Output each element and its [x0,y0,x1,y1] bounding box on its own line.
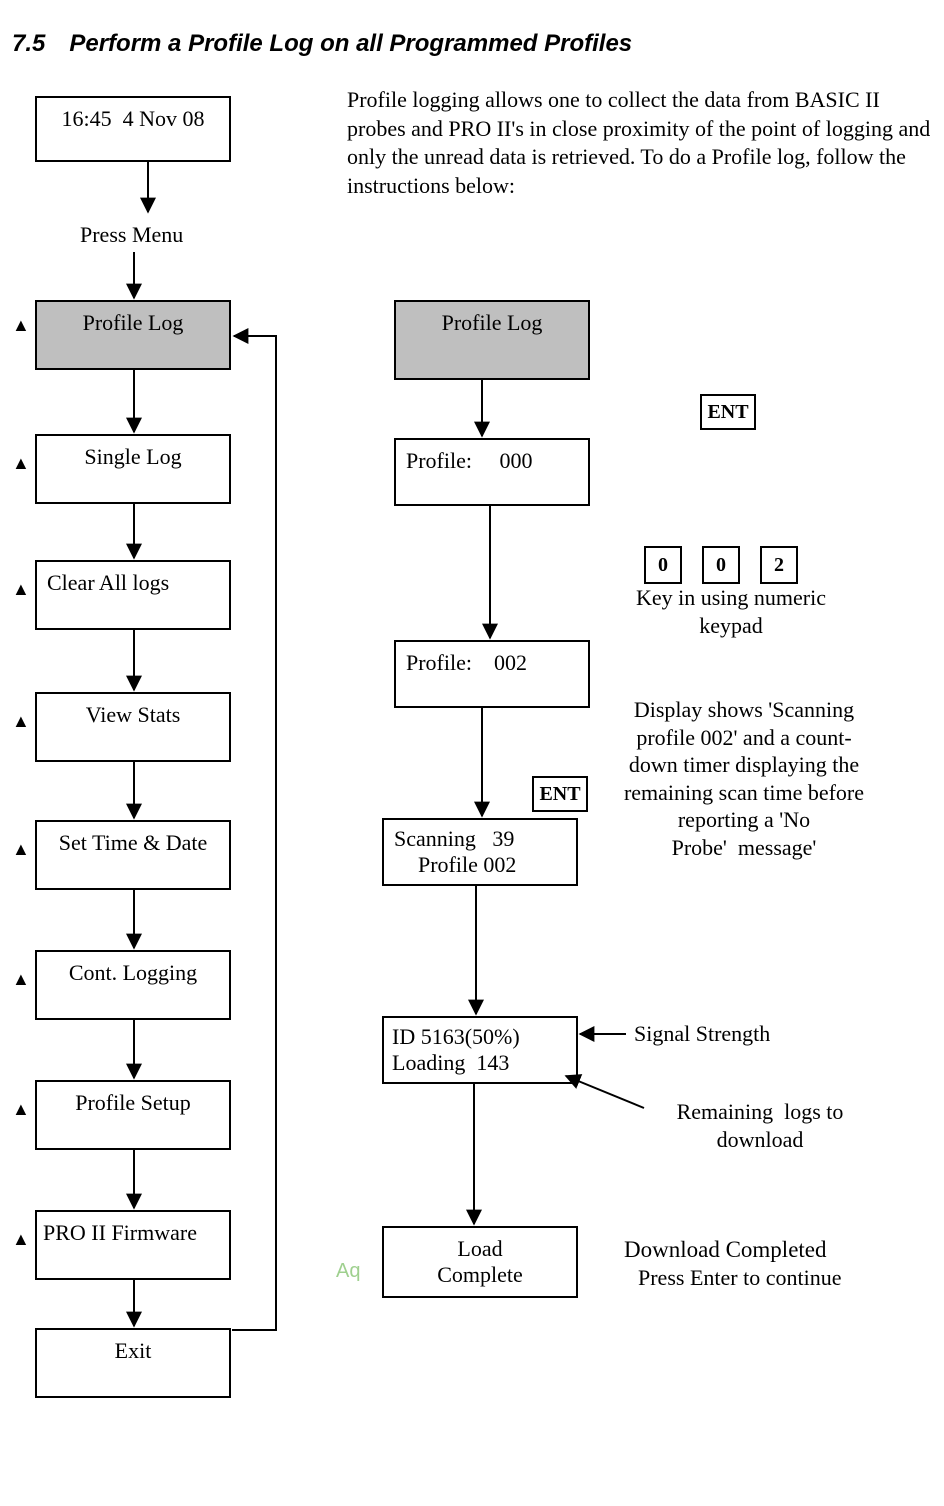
screen-line1: Scanning 39 [394,826,566,852]
screen-text: Profile: 000 [406,448,533,473]
up-triangle-icon: ▲ [12,316,30,334]
menu-item-label: Exit [37,1338,229,1364]
screen-profile-log: Profile Log [394,300,590,380]
screen-scanning: Scanning 39 Profile 002 [382,818,578,886]
label-remaining-logs: Remaining logs to download [650,1098,870,1153]
intro-paragraph: Profile logging allows one to collect th… [347,86,931,200]
screen-profile-002: Profile: 002 [394,640,590,708]
menu-item-label: Set Time & Date [37,830,229,856]
up-triangle-icon: ▲ [12,580,30,598]
up-triangle-icon: ▲ [12,1230,30,1248]
menu-exit[interactable]: Exit [35,1328,231,1398]
label-keypad-note: Key in using numeric keypad [616,584,846,639]
menu-item-label: Profile Setup [37,1090,229,1116]
up-triangle-icon: ▲ [12,1100,30,1118]
key-label: ENT [707,401,748,424]
up-triangle-icon: ▲ [12,840,30,858]
screen-text: Profile Log [396,310,588,336]
keypad-digit-0[interactable]: 0 [644,546,682,584]
key-label: 2 [774,554,784,577]
menu-item-label: View Stats [37,702,229,728]
menu-set-time-date[interactable]: Set Time & Date [35,820,231,890]
screen-loading: ID 5163(50%) Loading 143 [382,1016,578,1084]
screen-load-complete: Load Complete [382,1226,578,1298]
menu-pro2-firmware[interactable]: PRO II Firmware [35,1210,231,1280]
key-ent[interactable]: ENT [532,776,588,812]
menu-profile-log[interactable]: Profile Log [35,300,231,370]
label-press-menu: Press Menu [80,222,183,248]
screen-line2: Profile 002 [394,852,566,878]
keypad-digit-0[interactable]: 0 [702,546,740,584]
key-label: ENT [539,783,580,806]
menu-view-stats[interactable]: View Stats [35,692,231,762]
key-label: 0 [658,554,668,577]
screen-time-text: 16:45 4 Nov 08 [37,106,229,132]
menu-item-label: Profile Log [37,310,229,336]
key-ent[interactable]: ENT [700,394,756,430]
menu-cont-logging[interactable]: Cont. Logging [35,950,231,1020]
screen-line1: ID 5163(50%) [392,1024,568,1050]
keypad-digit-2[interactable]: 2 [760,546,798,584]
menu-single-log[interactable]: Single Log [35,434,231,504]
up-triangle-icon: ▲ [12,970,30,988]
page: 7.5 Perform a Profile Log on all Program… [0,0,944,1506]
key-label: 0 [716,554,726,577]
watermark: Aq [336,1260,360,1283]
menu-item-label: PRO II Firmware [43,1220,197,1245]
screen-line2: Complete [437,1262,523,1288]
screen-profile-000: Profile: 000 [394,438,590,506]
up-triangle-icon: ▲ [12,454,30,472]
label-scan-note: Display shows 'Scanning profile 002' and… [614,696,874,861]
menu-item-label: Clear All logs [47,570,169,595]
up-triangle-icon: ▲ [12,712,30,730]
screen-time: 16:45 4 Nov 08 [35,96,231,162]
screen-line2: Loading 143 [392,1050,568,1076]
menu-item-label: Cont. Logging [37,960,229,986]
label-press-enter: Press Enter to continue [638,1264,841,1292]
screen-text: Profile: 002 [406,650,527,675]
menu-item-label: Single Log [37,444,229,470]
menu-clear-all-logs[interactable]: Clear All logs [35,560,231,630]
menu-profile-setup[interactable]: Profile Setup [35,1080,231,1150]
screen-line1: Load [457,1236,502,1262]
label-signal-strength: Signal Strength [634,1020,770,1048]
section-heading: 7.5 Perform a Profile Log on all Program… [12,30,632,58]
label-download-completed: Download Completed [624,1236,827,1265]
